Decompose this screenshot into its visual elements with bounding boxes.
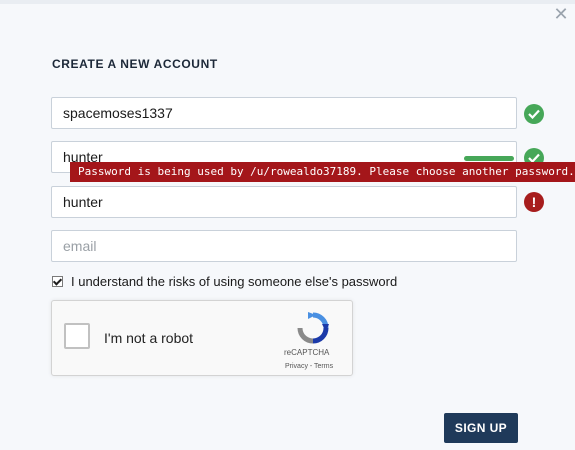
confirm-password-input[interactable] [51, 186, 517, 218]
recaptcha-logo-icon [297, 312, 329, 344]
recaptcha-label: I'm not a robot [104, 330, 194, 346]
check-icon [524, 104, 544, 124]
recaptcha-links[interactable]: Privacy - Terms [285, 363, 333, 370]
password-strength-bar [464, 156, 514, 161]
recaptcha-checkbox[interactable] [64, 323, 90, 349]
page-title: CREATE A NEW ACCOUNT [52, 57, 218, 71]
top-border [0, 0, 575, 4]
risk-checkbox-label: I understand the risks of using someone … [71, 274, 398, 289]
username-input[interactable] [51, 97, 517, 129]
exclamation-icon: ! [524, 192, 544, 212]
email-input[interactable] [51, 230, 517, 262]
recaptcha-widget: I'm not a robot reCAPTCHA Privacy - Term… [51, 300, 353, 376]
recaptcha-brand: reCAPTCHA [284, 348, 330, 357]
error-tooltip: Password is being used by /u/rowealdo371… [70, 162, 575, 182]
close-icon[interactable]: ✕ [553, 5, 569, 23]
sign-up-button[interactable]: SIGN UP [444, 413, 518, 443]
risk-checkbox[interactable] [52, 276, 63, 287]
